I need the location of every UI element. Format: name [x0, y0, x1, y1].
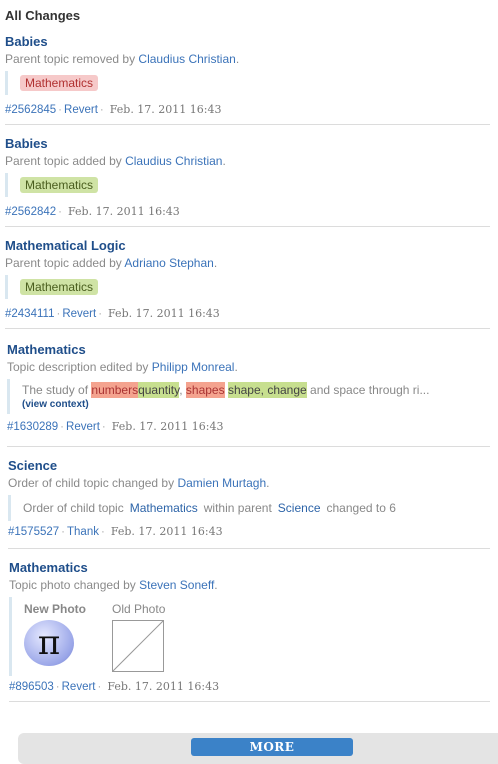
description-diff: The study of numbersquantity, shapes sha… [22, 382, 430, 398]
entry-description: Parent topic added by Claudius Christian… [5, 154, 226, 168]
divider [5, 124, 490, 125]
entry-description: Parent topic added by Adriano Stephan. [5, 256, 218, 270]
change-quote: Mathematics [5, 71, 495, 95]
photo-change-quote: New Photo π Old Photo [9, 597, 498, 676]
view-context-link[interactable]: (view context) [22, 399, 497, 410]
change-id-link[interactable]: #1630289 [7, 421, 58, 433]
change-quote: The study of numbersquantity, shapes sha… [7, 379, 497, 414]
change-id-link[interactable]: #2562845 [5, 104, 56, 116]
entry-title[interactable]: Mathematical Logic [5, 238, 495, 253]
parent-topic-link[interactable]: Science [278, 501, 321, 515]
entry-meta: #896503 · Revert · Feb. 17. 2011 16:43 [9, 680, 220, 693]
entry-description: Topic photo changed by Steven Soneff. [9, 578, 218, 592]
change-entry-4: Mathematics Topic description edited by … [7, 342, 497, 433]
change-entry-6: Mathematics Topic photo changed by Steve… [9, 560, 498, 693]
entry-title[interactable]: Babies [5, 34, 495, 49]
entry-meta: #2562845 · Revert · Feb. 17. 2011 16:43 [5, 103, 222, 116]
change-id-link[interactable]: #2434111 [5, 308, 54, 320]
deleted-text: shapes [185, 382, 225, 398]
removed-topic-tag[interactable]: Mathematics [20, 75, 99, 91]
divider [7, 446, 490, 447]
change-entry-2: Babies Parent topic added by Claudius Ch… [5, 136, 495, 218]
revert-link[interactable]: Revert [64, 104, 98, 116]
user-link[interactable]: Adriano Stephan [124, 256, 213, 270]
change-entry-1: Babies Parent topic removed by Claudius … [5, 34, 495, 116]
inserted-text: quantity [138, 382, 180, 398]
user-link[interactable]: Claudius Christian [138, 52, 235, 66]
revert-link[interactable]: Revert [66, 421, 100, 433]
divider [5, 328, 490, 329]
entry-meta: #2434111 · Revert · Feb. 17. 2011 16:43 [5, 307, 220, 320]
entry-title[interactable]: Science [8, 458, 498, 473]
old-photo-label: Old Photo [112, 602, 166, 616]
photo-compare: New Photo π Old Photo [24, 602, 498, 672]
deleted-text: numbers [91, 382, 139, 398]
timestamp: Feb. 17. 2011 16:43 [110, 525, 223, 538]
timestamp: Feb. 17. 2011 16:43 [108, 307, 220, 320]
user-link[interactable]: Damien Murtagh [177, 476, 266, 490]
old-photo-column: Old Photo [112, 602, 165, 672]
order-change-text: Order of child topic Mathematics within pa… [23, 501, 396, 515]
entry-title[interactable]: Babies [5, 136, 495, 151]
entry-description: Parent topic removed by Claudius Christi… [5, 52, 240, 66]
revert-link[interactable]: Revert [62, 681, 96, 693]
entry-meta: #1630289 · Revert · Feb. 17. 2011 16:43 [7, 420, 224, 433]
empty-photo-icon [112, 620, 164, 672]
page-heading: All Changes [5, 8, 81, 23]
new-photo-pi-icon[interactable]: π [24, 620, 74, 666]
entry-title[interactable]: Mathematics [7, 342, 497, 357]
change-quote: Mathematics [5, 173, 495, 197]
divider [5, 226, 490, 227]
user-link[interactable]: Steven Soneff [139, 578, 214, 592]
timestamp: Feb. 17. 2011 16:43 [107, 680, 220, 693]
added-topic-tag[interactable]: Mathematics [20, 279, 99, 295]
change-id-link[interactable]: #896503 [9, 681, 54, 693]
entry-description: Order of child topic changed by Damien M… [8, 476, 270, 490]
new-photo-label: New Photo [24, 602, 86, 616]
change-quote: Order of child topic Mathematics within pa… [8, 495, 498, 521]
inserted-text: shape, change [227, 382, 307, 398]
timestamp: Feb. 17. 2011 16:43 [68, 205, 180, 218]
timestamp: Feb. 17. 2011 16:43 [111, 420, 224, 433]
entry-description: Topic description edited by Philipp Monr… [7, 360, 238, 374]
child-topic-link[interactable]: Mathematics [130, 501, 198, 515]
divider [9, 701, 490, 702]
more-button[interactable]: MORE [191, 738, 353, 756]
entry-meta: #2562842 · Feb. 17. 2011 16:43 [5, 205, 180, 218]
new-photo-column: New Photo π [24, 602, 86, 672]
change-id-link[interactable]: #1575527 [8, 526, 59, 538]
entry-meta: #1575527 · Thank · Feb. 17. 2011 16:43 [8, 525, 223, 538]
divider [8, 548, 490, 549]
thank-link[interactable]: Thank [67, 526, 99, 538]
empty-photo-placeholder [112, 620, 164, 672]
revert-link[interactable]: Revert [62, 308, 96, 320]
user-link[interactable]: Philipp Monreal [152, 360, 235, 374]
change-id-link[interactable]: #2562842 [5, 206, 56, 218]
change-quote: Mathematics [5, 275, 495, 299]
added-topic-tag[interactable]: Mathematics [20, 177, 99, 193]
entry-title[interactable]: Mathematics [9, 560, 498, 575]
change-entry-3: Mathematical Logic Parent topic added by… [5, 238, 495, 320]
user-link[interactable]: Claudius Christian [125, 154, 222, 168]
more-bar: MORE [18, 733, 498, 764]
timestamp: Feb. 17. 2011 16:43 [109, 103, 222, 116]
change-entry-5: Science Order of child topic changed by … [8, 458, 498, 538]
